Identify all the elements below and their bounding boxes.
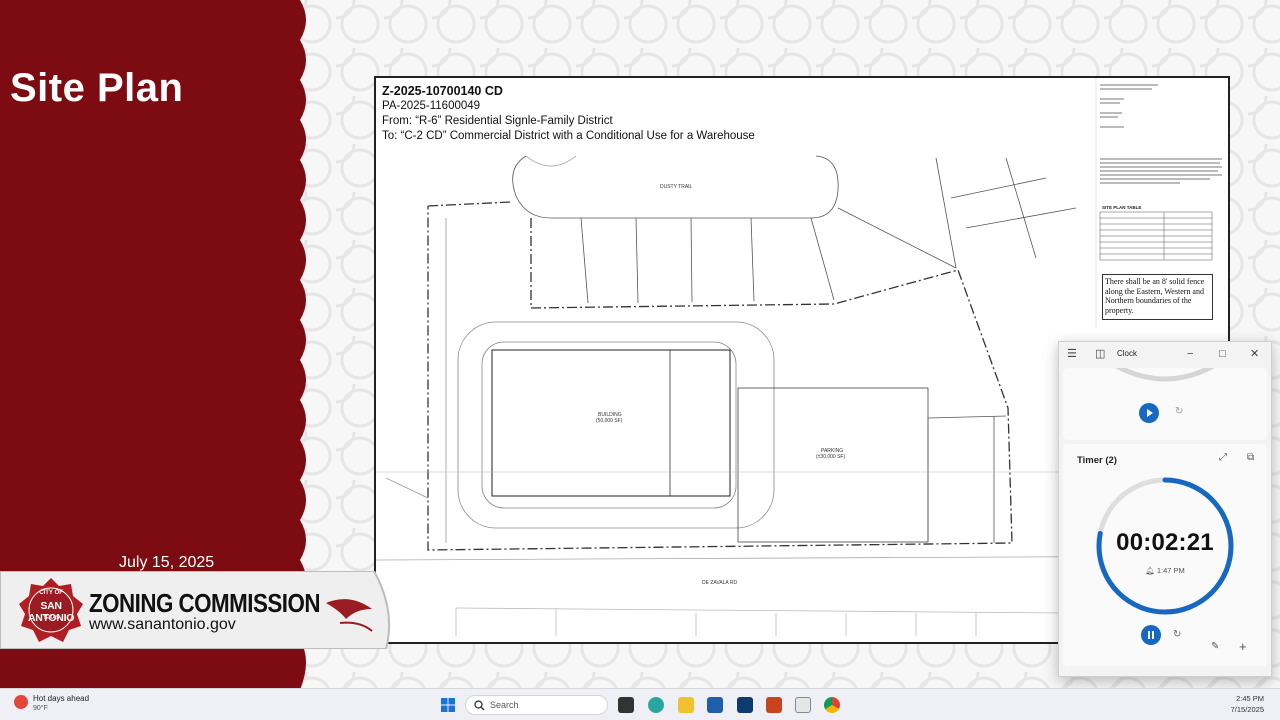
minimize-icon[interactable]: − bbox=[1187, 347, 1193, 361]
street-label-south: DE ZAVALA RD bbox=[702, 580, 738, 586]
keep-on-top-icon[interactable]: ⧉ bbox=[1247, 452, 1254, 463]
maximize-icon[interactable]: □ bbox=[1219, 347, 1226, 361]
clock-app-title: Clock bbox=[1117, 349, 1138, 358]
pause-icon bbox=[1148, 631, 1154, 639]
timer-end-value: 1:47 PM bbox=[1156, 566, 1185, 575]
bell-icon: 🔔︎ bbox=[1145, 566, 1155, 575]
zoning-to: To: “C-2 CD” Commercial District with a … bbox=[382, 130, 755, 142]
weather-temperature[interactable]: 90°F bbox=[33, 705, 48, 712]
task-view-icon[interactable] bbox=[618, 697, 634, 713]
menu-icon[interactable]: ☰ bbox=[1067, 347, 1077, 361]
system-date[interactable]: 7/15/2025 bbox=[1231, 705, 1264, 714]
fence-note: There shall be an 8' solid fence along t… bbox=[1102, 274, 1213, 320]
clock-app-icon: ◫ bbox=[1095, 348, 1106, 360]
play-button[interactable] bbox=[1139, 403, 1159, 423]
building-area: (50,000 SF) bbox=[596, 418, 623, 424]
previous-timer-card: ↻ bbox=[1063, 368, 1267, 440]
zoning-commission-banner: CITY OF SAN ANTONIO TEXAS ZONING COMMISS… bbox=[0, 571, 396, 649]
edit-icon[interactable]: ✎ bbox=[1211, 641, 1219, 652]
edge-icon[interactable] bbox=[648, 697, 664, 713]
weather-alert-icon[interactable] bbox=[14, 695, 28, 709]
timer-end-time: 🔔︎ 1:47 PM bbox=[1063, 566, 1267, 575]
seal-text-bottom: TEXAS bbox=[42, 615, 60, 621]
add-timer-icon[interactable]: + bbox=[1239, 639, 1247, 654]
slide-title: Site Plan bbox=[10, 66, 184, 110]
remote-desktop-icon[interactable] bbox=[737, 697, 753, 713]
street-label-north: DUSTY TRAIL bbox=[660, 184, 693, 190]
pause-button[interactable] bbox=[1141, 625, 1161, 645]
play-icon bbox=[1147, 409, 1153, 417]
start-icon[interactable] bbox=[440, 697, 456, 713]
seal-text-top: CITY OF bbox=[39, 590, 63, 596]
zoning-from: From: “R-6” Residential Signle-Family Di… bbox=[382, 115, 613, 127]
search-placeholder: Search bbox=[490, 700, 519, 710]
site-plan-table-title: SITE PLAN TABLE bbox=[1102, 205, 1142, 210]
chrome-icon[interactable] bbox=[824, 697, 840, 713]
clock-app-window[interactable]: ☰ ◫ Clock − □ ✕ ↻ Timer (2) ⤢ ⧉ 00:02:21… bbox=[1058, 341, 1272, 677]
timer-reset-icon[interactable]: ↻ bbox=[1173, 629, 1181, 640]
commission-url: www.sanantonio.gov bbox=[89, 616, 236, 633]
timer-remaining: 00:02:21 bbox=[1116, 529, 1214, 556]
previous-timer-ring bbox=[1115, 368, 1215, 382]
timer-name: Timer (2) bbox=[1077, 455, 1117, 466]
file-explorer-icon[interactable] bbox=[678, 697, 694, 713]
system-time[interactable]: 2:45 PM bbox=[1236, 694, 1264, 703]
commission-name: ZONING COMMISSION bbox=[89, 588, 320, 618]
parking-area: (±30,000 SF) bbox=[816, 454, 846, 460]
case-number: Z-2025-10700140 CD bbox=[382, 84, 503, 98]
close-icon[interactable]: ✕ bbox=[1250, 347, 1259, 361]
expand-icon[interactable]: ⤢ bbox=[1219, 452, 1227, 463]
meeting-date: July 15, 2025 bbox=[119, 554, 215, 571]
weather-title[interactable]: Hot days ahead bbox=[33, 694, 89, 703]
clock-taskbar-icon[interactable] bbox=[795, 697, 811, 713]
plan-amendment-number: PA-2025-11600049 bbox=[382, 100, 481, 112]
clock-titlebar[interactable]: ☰ ◫ Clock − □ ✕ bbox=[1059, 342, 1271, 368]
store-icon[interactable] bbox=[707, 697, 723, 713]
search-icon bbox=[474, 700, 485, 711]
timer-card: Timer (2) ⤢ ⧉ 00:02:21 🔔︎ 1:47 PM ↻ ✎ + bbox=[1063, 444, 1267, 666]
windows-taskbar: Hot days ahead 90°F Search 2:45 PM 7/15/… bbox=[0, 688, 1280, 720]
powerpoint-icon[interactable] bbox=[766, 697, 782, 713]
taskbar-search[interactable]: Search bbox=[465, 695, 608, 715]
reset-icon[interactable]: ↻ bbox=[1175, 406, 1183, 417]
